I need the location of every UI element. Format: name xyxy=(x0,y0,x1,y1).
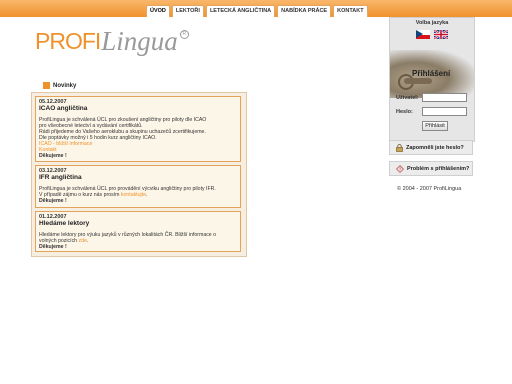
news-body: Hledáme lektory pro výuku jazyků v různý… xyxy=(39,232,237,250)
news-item-title: IFR angličtina xyxy=(39,174,82,181)
login-problem-label: Problém s přihlášením? xyxy=(407,165,470,172)
news-body: ProfiLingua je schválená ÚCL pro provádě… xyxy=(39,186,237,204)
login-title: Přihlášení xyxy=(412,69,451,78)
site-logo[interactable]: PROFI Lingua R xyxy=(35,26,189,56)
orange-square-icon xyxy=(43,82,50,89)
uk-flag-icon[interactable] xyxy=(434,30,448,39)
news-item: 01.12.2007 Hledáme lektory Hledáme lekto… xyxy=(35,211,241,252)
top-bar: ÚVOD LEKTOŘI LETECKÁ ANGLIČTINA NABÍDKA … xyxy=(0,0,512,17)
news-panel: 05.12.2007 ICAO angličtina ProfiLingua j… xyxy=(31,92,247,257)
contact-us-link[interactable]: kontaktujte xyxy=(121,192,146,198)
language-title: Volba jazyka xyxy=(415,20,449,26)
username-label: Uživatel: xyxy=(396,95,419,101)
news-thanks: Děkujeme ! xyxy=(39,153,67,159)
forgot-password-button[interactable]: Zapomněli jste heslo? xyxy=(389,140,473,155)
news-item-title: ICAO angličtina xyxy=(39,105,88,112)
login-problem-button[interactable]: ? Problém s přihlášením? xyxy=(389,161,473,176)
forgot-password-label: Zapomněli jste heslo? xyxy=(406,144,464,151)
cz-flag-icon[interactable] xyxy=(416,30,430,39)
news-item: 05.12.2007 ICAO angličtina ProfiLingua j… xyxy=(35,96,241,162)
tab-uvod[interactable]: ÚVOD xyxy=(146,5,170,17)
registered-mark: R xyxy=(179,30,189,39)
news-text: . xyxy=(86,238,89,244)
tab-kontakt[interactable]: KONTAKT xyxy=(333,5,368,17)
password-input[interactable] xyxy=(422,107,467,116)
news-body: ProfiLingua je schválená ÚCL pro zkoušen… xyxy=(39,117,237,159)
tab-lektori[interactable]: LEKTOŘI xyxy=(171,5,204,17)
news-item: 03.12.2007 IFR angličtina ProfiLingua je… xyxy=(35,165,241,208)
copyright: © 2004 - 2007 ProfiLingua xyxy=(397,186,462,192)
news-title: Novinky xyxy=(53,82,77,89)
news-header: Novinky xyxy=(43,82,76,89)
password-label: Heslo: xyxy=(396,109,413,115)
main-nav: ÚVOD LEKTOŘI LETECKÁ ANGLIČTINA NABÍDKA … xyxy=(146,5,368,17)
news-thanks: Děkujeme ! xyxy=(39,198,67,204)
help-icon: ? xyxy=(396,164,404,173)
lock-icon xyxy=(396,143,403,152)
tab-letecka-anglictina[interactable]: LETECKÁ ANGLIČTINA xyxy=(205,5,276,17)
news-thanks: Děkujeme ! xyxy=(39,244,67,250)
jobs-here-link[interactable]: zde xyxy=(79,238,87,244)
logo-lingua: Lingua xyxy=(101,26,178,56)
key-blade xyxy=(404,78,432,84)
tab-nabidka-prace[interactable]: NABÍDKA PRÁCE xyxy=(277,5,332,17)
login-button[interactable]: Přihlásit xyxy=(422,121,448,131)
news-item-title: Hledáme lektory xyxy=(39,220,90,227)
logo-profi: PROFI xyxy=(35,28,101,54)
news-text: . xyxy=(145,192,148,198)
username-input[interactable] xyxy=(422,93,467,102)
